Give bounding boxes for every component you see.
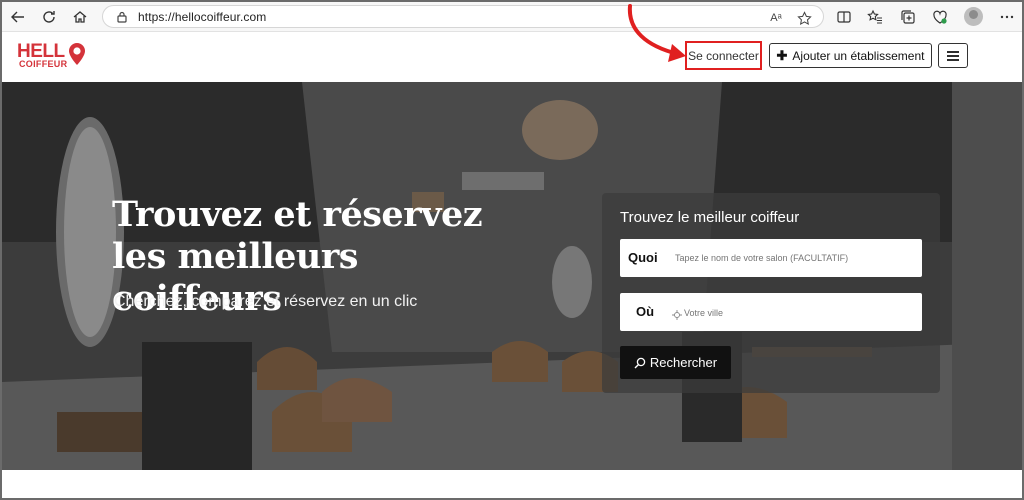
refresh-icon[interactable] (37, 5, 61, 29)
search-card: Trouvez le meilleur coiffeur Quoi Où Rec… (602, 193, 940, 393)
favorite-star-icon[interactable] (796, 10, 812, 26)
read-aloud-icon[interactable]: Aᵃ (768, 10, 784, 26)
profile-avatar[interactable] (964, 7, 983, 26)
search-button[interactable]: Rechercher (620, 346, 731, 379)
browser-window: https://hellocoiffeur.com Aᵃ HELL COIFFE… (0, 0, 1024, 500)
add-business-label: Ajouter un établissement (792, 48, 925, 63)
split-screen-icon[interactable] (832, 5, 856, 29)
more-options-icon[interactable] (995, 5, 1019, 29)
add-business-button[interactable]: ✚ Ajouter un établissement (769, 43, 932, 68)
search-icon (634, 357, 646, 368)
city-field[interactable]: Où (620, 293, 922, 331)
salon-name-input[interactable] (675, 251, 915, 265)
browser-toolbar: https://hellocoiffeur.com Aᵃ (2, 2, 1022, 32)
page-below-hero (2, 470, 1022, 498)
hero-section: Trouvez et réservez les meilleurs coiffe… (2, 82, 1022, 470)
collections-icon[interactable] (896, 5, 920, 29)
search-card-title: Trouvez le meilleur coiffeur (620, 209, 800, 226)
hamburger-icon (947, 50, 959, 61)
city-input[interactable] (684, 306, 884, 320)
search-button-label: Rechercher (649, 355, 718, 370)
back-arrow-icon[interactable] (6, 5, 30, 29)
salon-name-field[interactable]: Quoi (620, 239, 922, 277)
address-bar[interactable]: https://hellocoiffeur.com Aᵃ (102, 5, 824, 28)
url-text: https://hellocoiffeur.com (138, 10, 267, 24)
map-pin-logo-icon (69, 43, 85, 65)
favorites-list-icon[interactable] (863, 5, 887, 29)
plus-icon: ✚ (776, 47, 788, 63)
logo-subtitle: COIFFEUR (19, 59, 68, 69)
where-label: Où (636, 304, 655, 319)
browser-essentials-icon[interactable] (928, 5, 952, 29)
site-header: HELL COIFFEUR Se connecter ✚ Ajouter un … (2, 32, 1022, 82)
login-link[interactable]: Se connecter (685, 41, 762, 70)
home-icon[interactable] (68, 5, 92, 29)
lock-icon (115, 10, 129, 24)
hamburger-menu-button[interactable] (938, 43, 968, 68)
site-logo[interactable]: HELL COIFFEUR (17, 41, 93, 73)
hero-subtitle: Cherchez, comparez et réservez en un cli… (114, 293, 418, 310)
location-crosshair-icon (672, 307, 682, 320)
what-label: Quoi (628, 250, 658, 265)
